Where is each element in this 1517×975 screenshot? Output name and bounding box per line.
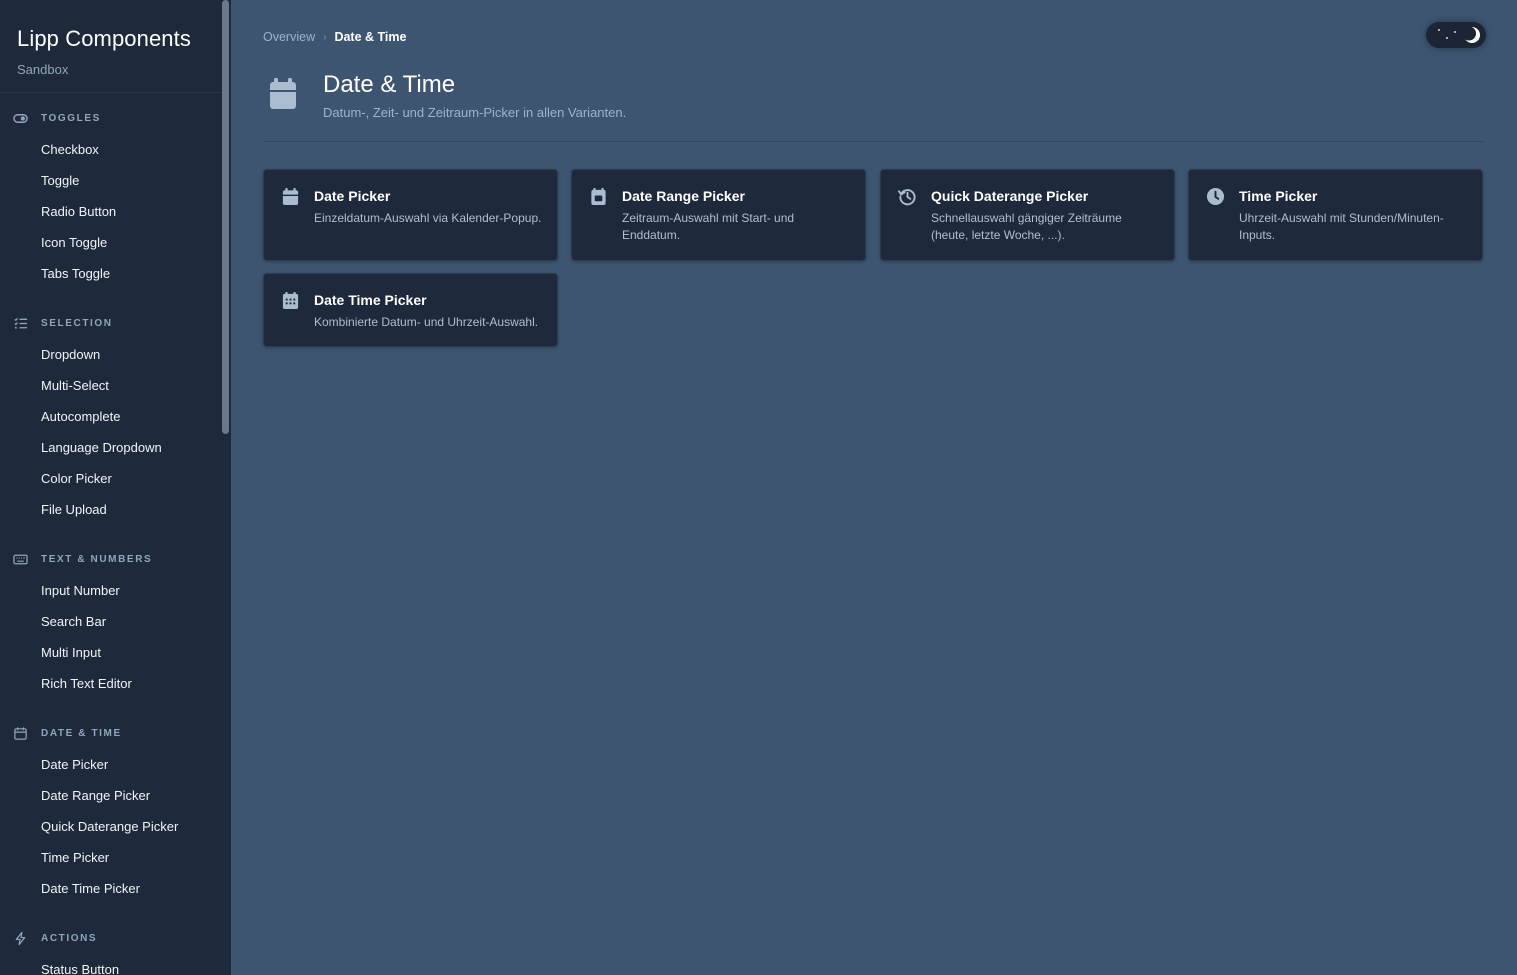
sidebar-item-input-number[interactable]: Input Number	[0, 575, 221, 606]
sidebar-item-date-time-picker[interactable]: Date Time Picker	[0, 873, 221, 904]
page-title: Date & Time	[323, 71, 456, 98]
sidebar-item-file-upload[interactable]: File Upload	[0, 494, 221, 525]
sidebar-section-toggles: Toggles Checkbox Toggle Radio Button Ico…	[0, 108, 221, 289]
sidebar-item-status-button[interactable]: Status Button	[0, 954, 221, 975]
sidebar-item-tabs-toggle[interactable]: Tabs Toggle	[0, 258, 221, 289]
moon-icon	[1463, 26, 1480, 43]
card-description: Zeitraum-Auswahl mit Start- und Enddatum…	[622, 211, 795, 242]
sidebar-item-date-range-picker[interactable]: Date Range Picker	[0, 780, 221, 811]
section-label: Selection	[41, 317, 113, 329]
section-header-text-numbers: Text & Numbers	[0, 549, 221, 569]
card-title: Date Picker	[314, 188, 391, 204]
calendar-icon	[14, 726, 27, 740]
card-description: Kombinierte Datum- und Uhrzeit-Auswahl.	[314, 315, 539, 329]
keyboard-icon	[13, 554, 28, 564]
page-header: Date & Time Datum-, Zeit- und Zeitraum-P…	[263, 70, 1484, 142]
card-quick-daterange-picker[interactable]: Quick Daterange Picker Schnellauswahl gä…	[880, 169, 1175, 261]
section-header-date-time: Date & Time	[0, 723, 221, 743]
calendar-days-icon	[282, 291, 299, 310]
sidebar-item-color-picker[interactable]: Color Picker	[0, 463, 221, 494]
page-description: Datum-, Zeit- und Zeitraum-Picker in all…	[323, 105, 627, 120]
card-date-time-picker[interactable]: Date Time Picker Kombinierte Datum- und …	[263, 273, 558, 347]
card-date-picker[interactable]: Date Picker Einzeldatum-Auswahl via Kale…	[263, 169, 558, 261]
section-label: Text & Numbers	[41, 553, 153, 565]
star-decoration	[1446, 37, 1448, 39]
sidebar-item-toggle[interactable]: Toggle	[0, 165, 221, 196]
brand-subtitle: Sandbox	[17, 62, 69, 77]
card-title: Quick Daterange Picker	[931, 188, 1089, 204]
section-label: Toggles	[41, 112, 101, 124]
section-header-toggles: Toggles	[0, 108, 221, 128]
sidebar-section-text-numbers: Text & Numbers Input Number Search Bar M…	[0, 549, 221, 699]
brand: Lipp Components Sandbox	[0, 0, 221, 93]
sidebar-item-search-bar[interactable]: Search Bar	[0, 606, 221, 637]
calendar-icon	[282, 187, 299, 206]
calendar-range-icon	[591, 187, 606, 206]
sidebar-item-rich-text-editor[interactable]: Rich Text Editor	[0, 668, 221, 699]
card-date-range-picker[interactable]: Date Range Picker Zeitraum-Auswahl mit S…	[571, 169, 866, 261]
sidebar-item-radio-button[interactable]: Radio Button	[0, 196, 221, 227]
star-decoration	[1438, 29, 1440, 31]
breadcrumb-overview-link[interactable]: Overview	[263, 30, 315, 44]
card-title: Time Picker	[1239, 188, 1318, 204]
breadcrumb-separator: ›	[323, 31, 327, 43]
history-icon	[898, 189, 916, 206]
sidebar-item-language-dropdown[interactable]: Language Dropdown	[0, 432, 221, 463]
card-title: Date Time Picker	[314, 292, 427, 308]
toggle-icon	[13, 113, 28, 123]
sidebar-section-actions: Actions Status Button	[0, 928, 221, 975]
theme-toggle[interactable]	[1426, 22, 1486, 48]
section-header-selection: Selection	[0, 313, 221, 333]
brand-title: Lipp Components	[17, 26, 191, 51]
sidebar-section-date-time: Date & Time Date Picker Date Range Picke…	[0, 723, 221, 904]
clock-icon	[1206, 187, 1225, 206]
breadcrumb: Overview › Date & Time	[263, 28, 406, 46]
section-label: Date & Time	[41, 727, 122, 739]
card-time-picker[interactable]: Time Picker Uhrzeit-Auswahl mit Stunden/…	[1188, 169, 1483, 261]
sidebar-item-multi-input[interactable]: Multi Input	[0, 637, 221, 668]
sidebar-item-checkbox[interactable]: Checkbox	[0, 134, 221, 165]
sidebar-item-quick-daterange-picker[interactable]: Quick Daterange Picker	[0, 811, 221, 842]
sidebar-item-date-picker[interactable]: Date Picker	[0, 749, 221, 780]
section-label: Actions	[41, 932, 98, 944]
breadcrumb-current: Date & Time	[334, 30, 407, 44]
sidebar: Lipp Components Sandbox Toggles Checkbox…	[0, 0, 231, 975]
card-description: Einzeldatum-Auswahl via Kalender-Popup.	[314, 211, 542, 225]
bolt-icon	[15, 931, 26, 945]
calendar-icon	[270, 78, 296, 109]
sidebar-item-multi-select[interactable]: Multi-Select	[0, 370, 221, 401]
sidebar-item-time-picker[interactable]: Time Picker	[0, 842, 221, 873]
card-description: Uhrzeit-Auswahl mit Stunden/Minuten-Inpu…	[1239, 211, 1444, 242]
section-header-actions: Actions	[0, 928, 221, 948]
card-title: Date Range Picker	[622, 188, 745, 204]
sidebar-section-selection: Selection Dropdown Multi-Select Autocomp…	[0, 313, 221, 525]
star-decoration	[1454, 31, 1456, 33]
card-description: Schnellauswahl gängiger Zeiträume (heute…	[931, 211, 1122, 242]
sidebar-item-icon-toggle[interactable]: Icon Toggle	[0, 227, 221, 258]
sidebar-item-autocomplete[interactable]: Autocomplete	[0, 401, 221, 432]
sidebar-item-dropdown[interactable]: Dropdown	[0, 339, 221, 370]
list-check-icon	[14, 317, 28, 329]
sidebar-scrollbar[interactable]	[222, 0, 229, 434]
